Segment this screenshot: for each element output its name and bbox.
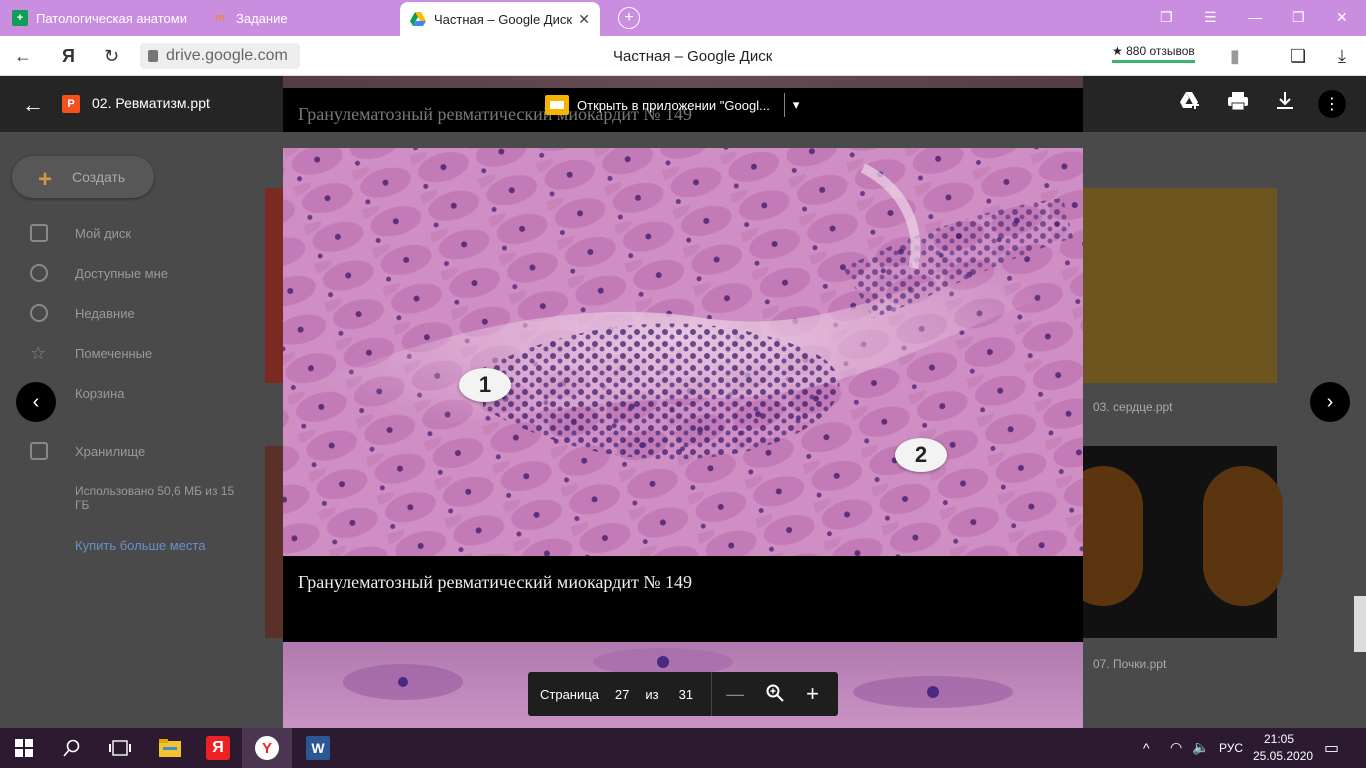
notifications-icon[interactable]: ▭ — [1324, 738, 1339, 758]
micrograph-image: 1 2 — [283, 148, 1083, 556]
open-with-button[interactable]: Открыть в приложении "Googl... ▾ — [545, 91, 799, 119]
viewer-toolbar: ← P 02. Ревматизм.ppt Открыть в приложен… — [0, 76, 1366, 132]
slide-caption: Гранулематозный ревматический миокардит … — [298, 572, 693, 592]
page-label: Страница — [540, 686, 599, 702]
clock-date[interactable]: 25.05.2020 — [1253, 749, 1313, 763]
micrograph-svg — [283, 148, 1083, 556]
url-text: drive.google.com — [166, 47, 288, 64]
figure-label-1: 1 — [459, 368, 511, 402]
close-icon[interactable]: ✕ — [578, 11, 590, 28]
file-thumbnail[interactable] — [265, 446, 283, 638]
page-controls: Страница 27 из 31 — + — [528, 672, 838, 716]
total-pages: 31 — [678, 686, 694, 702]
network-icon[interactable]: ◠ — [1170, 739, 1182, 756]
figure-label-2: 2 — [895, 438, 947, 472]
powerpoint-icon: P — [62, 95, 80, 113]
reviews-badge[interactable]: ★ 880 отзывов — [1112, 44, 1195, 63]
tab-label: Задание — [236, 10, 288, 26]
chevron-up-icon[interactable]: ^ — [1143, 740, 1150, 756]
windows-taskbar: Я Y W ^ ◠ 🔈 РУС 21:05 25.05.2020 ▭ — [0, 728, 1366, 768]
tab-label: Частная – Google Диск — [434, 11, 573, 27]
lock-icon — [148, 50, 158, 62]
back-icon[interactable]: ← — [14, 46, 32, 67]
tab-pathology[interactable]: + Патологическая анатоми — [12, 0, 202, 36]
collections-icon[interactable]: ❏ — [1290, 46, 1306, 67]
tab-label: Патологическая анатоми — [36, 10, 187, 26]
file-thumbnail[interactable] — [1063, 446, 1283, 638]
current-page[interactable]: 27 — [615, 687, 629, 702]
file-name[interactable]: 03. сердце.ppt — [1093, 400, 1173, 414]
zoom-out-icon[interactable]: — — [726, 684, 744, 705]
sidebar-item-trash[interactable]: Корзина — [75, 386, 125, 401]
url-field[interactable]: drive.google.com — [140, 43, 300, 69]
clock-icon — [30, 304, 48, 322]
word-icon[interactable]: W — [306, 736, 330, 760]
task-view-icon[interactable] — [108, 736, 132, 760]
moodle-icon: m — [215, 12, 225, 24]
my-drive-icon — [30, 224, 48, 242]
next-slide-button[interactable]: › — [1310, 382, 1350, 422]
star-icon: ☆ — [30, 343, 47, 363]
sidebar-item-recent[interactable]: Недавние — [75, 306, 135, 321]
file-thumbnail[interactable] — [1083, 188, 1277, 383]
page-title: Частная – Google Диск — [613, 48, 773, 65]
divider — [783, 93, 785, 117]
zoom-in-icon[interactable]: + — [806, 681, 819, 707]
file-name-title: 02. Ревматизм.ppt — [92, 95, 210, 111]
file-thumbnail[interactable] — [265, 188, 283, 383]
downloads-icon[interactable]: ⤓ — [1338, 46, 1346, 67]
create-button[interactable]: + Создать — [12, 156, 154, 198]
new-tab-button[interactable]: + — [618, 7, 640, 29]
download-icon[interactable] — [1276, 92, 1294, 116]
shared-icon — [30, 264, 48, 282]
menu-icon[interactable]: ☰ — [1204, 9, 1217, 26]
yandex-logo-icon: Y — [255, 736, 279, 760]
file-name[interactable]: 07. Почки.ppt — [1093, 657, 1166, 671]
yandex-browser-icon[interactable]: Я — [206, 736, 230, 760]
bookmark-icon[interactable]: ▮ — [1230, 46, 1240, 67]
storage-icon — [30, 442, 48, 460]
tabs-icon[interactable]: ❐ — [1160, 9, 1173, 26]
more-options-icon[interactable]: ⋮ — [1318, 90, 1346, 118]
storage-used: Использовано 50,6 МБ из 15 ГБ — [75, 484, 235, 512]
sidebar-item-shared[interactable]: Доступные мне — [75, 266, 168, 281]
search-icon[interactable] — [60, 736, 84, 760]
clock-time[interactable]: 21:05 — [1264, 732, 1294, 746]
yandex-icon[interactable]: Я — [62, 46, 75, 67]
volume-icon[interactable]: 🔈 — [1192, 739, 1209, 756]
slide-current: 1 2 Гранулематозный ревматический миокар… — [283, 148, 1083, 642]
google-slides-icon — [545, 95, 569, 115]
divider — [711, 672, 713, 716]
tab-assignment[interactable]: m Задание — [212, 0, 392, 36]
of-label: из — [645, 686, 659, 702]
previous-slide-button[interactable]: ‹ — [16, 382, 56, 422]
create-label: Создать — [72, 169, 126, 185]
browser-tab-strip: + Патологическая анатоми m Задание Частн… — [0, 0, 1366, 36]
reload-icon[interactable]: ↻ — [104, 46, 119, 67]
back-arrow-icon[interactable]: ← — [22, 92, 44, 118]
maximize-icon[interactable]: ❐ — [1292, 9, 1305, 26]
plus-icon: + — [38, 166, 53, 193]
buy-storage-link[interactable]: Купить больше места — [75, 538, 205, 553]
taskbar-active-app[interactable]: Y — [242, 728, 292, 768]
sidebar-item-my-drive[interactable]: Мой диск — [75, 226, 131, 241]
address-bar: ← Я ↻ drive.google.com Частная – Google … — [0, 36, 1366, 76]
sidebar-item-starred[interactable]: Помеченные — [75, 346, 152, 361]
add-to-drive-icon[interactable] — [1180, 92, 1200, 116]
sidebar-item-storage[interactable]: Хранилище — [75, 444, 145, 459]
chevron-down-icon[interactable]: ▾ — [793, 97, 800, 113]
minimize-icon[interactable]: — — [1248, 9, 1262, 25]
google-drive-icon — [410, 11, 426, 27]
reviews-text: 880 отзывов — [1126, 44, 1195, 58]
sheets-icon: + — [12, 10, 28, 26]
file-explorer-icon[interactable] — [158, 736, 182, 760]
language-indicator[interactable]: РУС — [1219, 741, 1243, 755]
print-icon[interactable] — [1228, 92, 1248, 116]
windows-start-icon[interactable] — [12, 736, 36, 760]
tab-google-drive[interactable]: Частная – Google Диск ✕ — [400, 2, 600, 36]
scrollbar[interactable] — [1354, 596, 1366, 652]
window-close-icon[interactable]: ✕ — [1336, 9, 1348, 26]
zoom-icon[interactable] — [766, 684, 784, 705]
open-with-label: Открыть в приложении "Googl... — [577, 97, 770, 113]
